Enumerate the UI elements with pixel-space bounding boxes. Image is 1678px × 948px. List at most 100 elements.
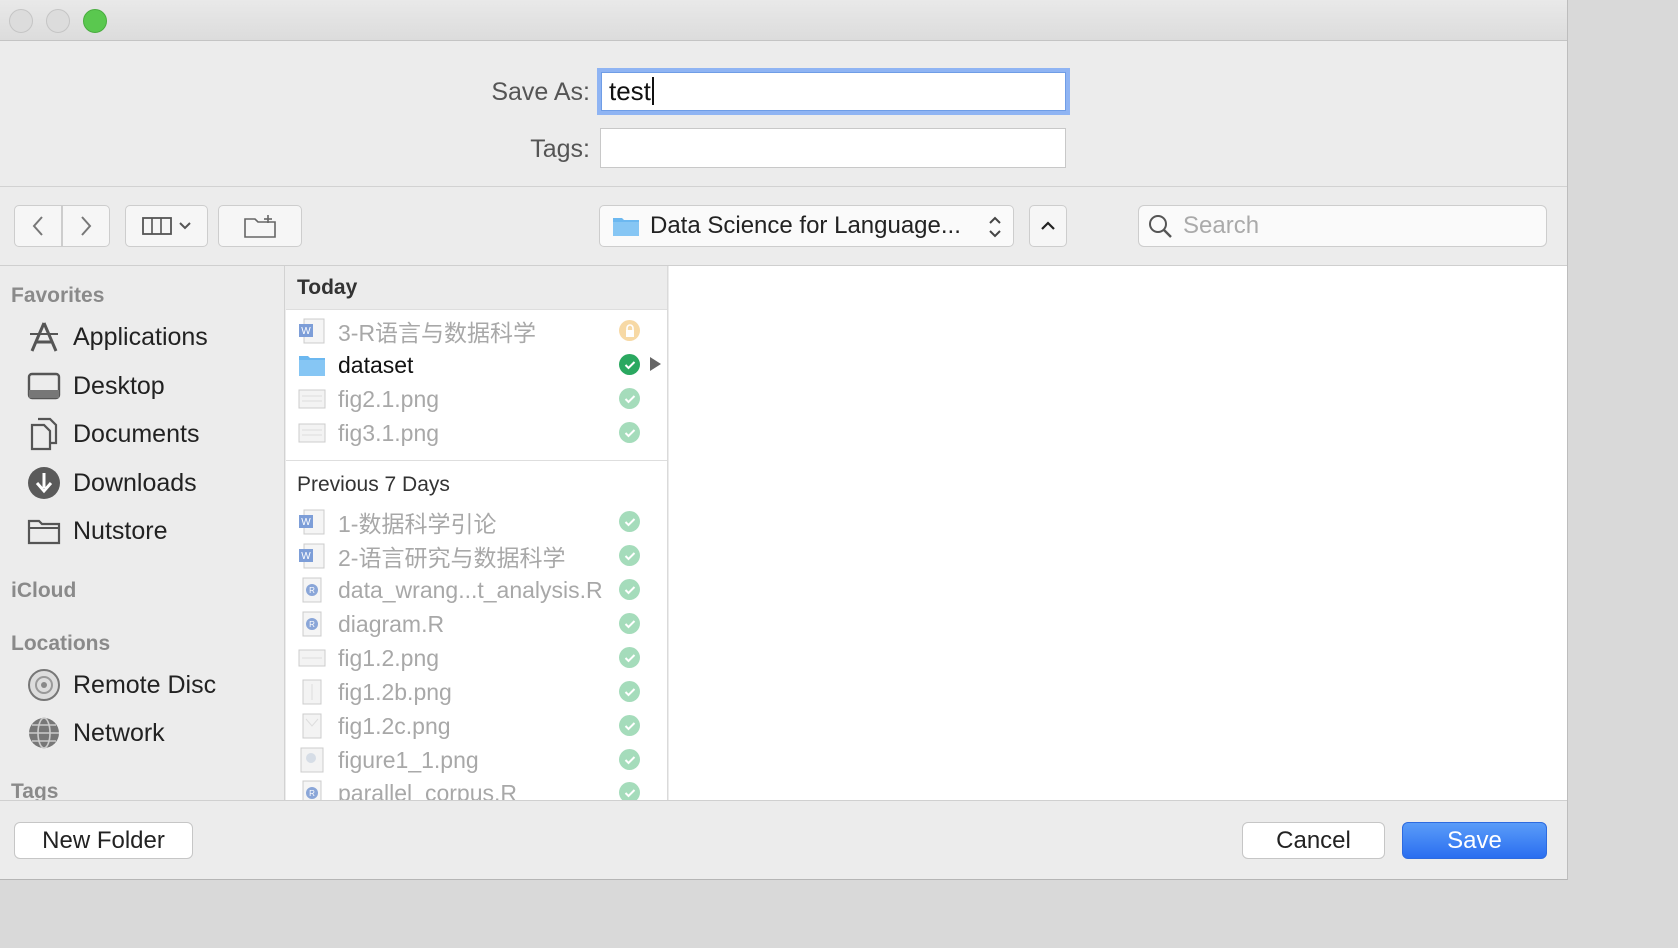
file-name: fig1.2c.png [338,712,451,739]
icloud-heading: iCloud [11,579,77,602]
up-down-chevron-icon [989,216,1001,238]
file-row[interactable]: R parallel_corpus.R [286,776,667,800]
r-file-icon: R [302,611,322,637]
chevron-up-icon [1041,221,1055,230]
disc-icon [26,667,62,703]
sidebar-item-label: Applications [73,322,208,351]
synced-check-icon [619,749,640,770]
folder-icon [26,513,62,549]
sidebar-item-documents[interactable]: Documents [26,414,199,454]
sidebar-item-desktop[interactable]: Desktop [26,366,165,406]
file-row[interactable]: R data_wrang...t_analysis.R [286,573,667,607]
svg-text:W: W [301,517,311,528]
file-row[interactable]: dataset [286,348,667,382]
synced-check-icon [619,782,640,800]
save-as-value: test [609,76,651,106]
word-doc-icon: W [299,318,325,344]
sidebar-item-nutstore[interactable]: Nutstore [26,511,167,551]
file-row[interactable]: figure1_1.png [286,743,667,777]
sidebar-item-label: Nutstore [73,516,168,545]
file-row[interactable]: fig2.1.png [286,382,667,416]
svg-text:W: W [301,326,311,337]
file-name: dataset [338,351,414,378]
file-column: Today W 3-R语言与数据科学 dataset fig2.1.png fi… [286,266,668,800]
new-folder-icon [244,215,276,238]
close-window-button[interactable] [9,9,33,33]
chevron-left-icon [32,216,43,236]
file-name: diagram.R [338,610,445,637]
forward-button[interactable] [62,205,110,247]
file-row[interactable]: W 2-语言研究与数据科学 [286,539,667,573]
text-caret [651,77,654,105]
zoom-window-button[interactable] [83,9,107,33]
sidebar-item-label: Downloads [73,468,197,497]
button-bar: New Folder Cancel Save [0,800,1567,879]
new-folder-toolbar-button[interactable] [218,205,302,247]
synced-check-icon [619,681,640,702]
tags-heading: Tags [11,780,59,800]
r-file-icon: R [302,577,322,603]
file-name: data_wrang...t_analysis.R [338,576,603,603]
file-row[interactable]: W 1-数据科学引论 [286,505,667,539]
divider [0,186,1567,187]
favorites-heading: Favorites [11,284,105,307]
file-name: 2-语言研究与数据科学 [338,545,566,571]
save-button[interactable]: Save [1402,822,1547,859]
lock-icon [619,320,640,341]
minimize-window-button[interactable] [46,9,70,33]
image-icon [298,649,326,667]
locations-heading: Locations [11,632,111,655]
preview-pane [669,266,1567,800]
synced-check-icon [619,388,640,409]
previous-7-days-heading: Previous 7 Days [286,460,667,508]
tags-label: Tags: [530,135,590,163]
chevron-down-icon [178,222,191,230]
title-bar [0,0,1567,41]
file-name: 3-R语言与数据科学 [338,320,537,346]
file-row[interactable]: R diagram.R [286,607,667,641]
back-button[interactable] [14,205,62,247]
sidebar-item-label: Documents [73,419,200,448]
synced-check-icon [619,613,640,634]
sidebar-item-network[interactable]: Network [26,713,165,753]
file-row[interactable]: W 3-R语言与数据科学 [286,314,667,348]
file-row[interactable]: fig3.1.png [286,416,667,450]
network-icon [26,715,62,751]
sidebar: Favorites Applications Desktop Documents… [0,266,285,800]
sidebar-item-remote-disc[interactable]: Remote Disc [26,665,216,705]
file-row[interactable]: fig1.2b.png [286,675,667,709]
tags-field[interactable] [600,128,1066,168]
synced-check-icon [619,354,640,375]
collapse-button[interactable] [1029,205,1067,247]
search-icon [1149,215,1172,238]
word-doc-icon: W [299,509,325,535]
search-field[interactable] [1138,205,1547,247]
location-popup[interactable]: Data Science for Language... [599,205,1014,247]
view-mode-button[interactable] [125,205,208,247]
image-icon [300,747,324,773]
file-name: fig1.2.png [338,644,440,671]
word-doc-icon: W [299,543,325,569]
file-row[interactable]: fig1.2c.png [286,709,667,743]
file-name: figure1_1.png [338,746,479,773]
synced-check-icon [619,511,640,532]
columns-view-icon [141,217,172,235]
synced-check-icon [619,715,640,736]
file-name: 1-数据科学引论 [338,511,497,537]
new-folder-button[interactable]: New Folder [14,822,193,859]
cancel-button[interactable]: Cancel [1242,822,1385,859]
synced-check-icon [619,579,640,600]
sidebar-item-downloads[interactable]: Downloads [26,463,197,503]
save-as-field[interactable]: test [597,68,1070,115]
file-name: fig2.1.png [338,385,440,412]
folder-icon [613,218,639,236]
search-input[interactable] [1183,212,1523,240]
downloads-icon [26,465,62,501]
folder-icon [299,356,325,376]
file-row[interactable]: fig1.2.png [286,641,667,675]
sidebar-item-label: Desktop [73,371,165,400]
sidebar-item-applications[interactable]: Applications [26,317,208,357]
sidebar-item-label: Network [73,718,165,747]
image-icon [298,423,326,443]
svg-text:W: W [301,551,311,562]
